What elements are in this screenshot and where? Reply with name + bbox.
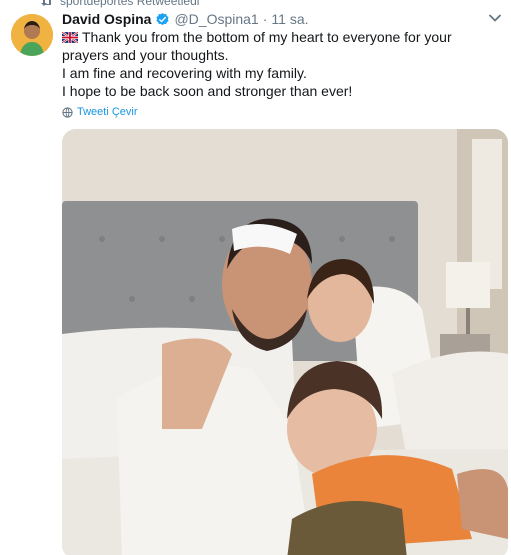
retweet-context: sportdeportes Retweetledi bbox=[40, 0, 199, 8]
verified-badge-icon bbox=[156, 12, 170, 25]
tweet-text: Thank you from the bottom of my heart to… bbox=[62, 28, 492, 100]
family-photo bbox=[62, 129, 508, 555]
tweet-line-3: I hope to be back soon and stronger than… bbox=[62, 83, 353, 99]
chevron-down-icon[interactable] bbox=[488, 13, 502, 23]
tweet-photo[interactable] bbox=[62, 129, 508, 555]
avatar[interactable] bbox=[11, 14, 53, 56]
translate-label[interactable]: Tweeti Çevir bbox=[77, 106, 138, 118]
tweet-header: David Ospina @D_Ospina1 · 11 sa. bbox=[62, 11, 481, 27]
author-handle[interactable]: @D_Ospina1 bbox=[174, 11, 258, 27]
separator-dot: · bbox=[262, 11, 268, 27]
retweet-label[interactable]: sportdeportes Retweetledi bbox=[60, 0, 199, 8]
author-name[interactable]: David Ospina bbox=[62, 11, 151, 27]
globe-icon bbox=[62, 106, 73, 118]
tweet[interactable]: sportdeportes Retweetledi David Ospina @… bbox=[0, 0, 511, 555]
uk-flag-icon bbox=[62, 32, 78, 43]
tweet-line-1: Thank you from the bottom of my heart to… bbox=[62, 28, 492, 64]
tweet-line-text: Thank you from the bottom of my heart to… bbox=[62, 29, 452, 63]
retweet-icon bbox=[41, 0, 51, 6]
tweet-line-2: I am fine and recovering with my family. bbox=[62, 65, 307, 81]
translate-tweet-link[interactable]: Tweeti Çevir bbox=[62, 106, 138, 118]
tweet-time[interactable]: 11 sa. bbox=[271, 11, 308, 27]
